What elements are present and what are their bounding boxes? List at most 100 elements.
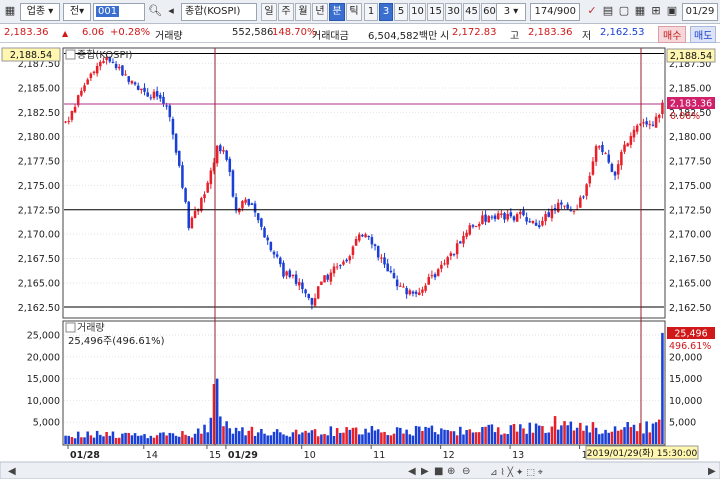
period-button-4[interactable]: 분 xyxy=(329,3,345,21)
volume-bar xyxy=(269,435,273,444)
volume-bar xyxy=(102,436,105,444)
market-select[interactable]: 업종 ▾ xyxy=(20,3,60,21)
period-button-5[interactable]: 틱 xyxy=(346,3,362,21)
candle-body xyxy=(588,175,592,184)
search-icon[interactable]: 🔍︎ xyxy=(147,3,163,21)
interval-button-15[interactable]: 15 xyxy=(427,3,444,21)
zoom-in-icon[interactable]: ⊕ xyxy=(447,466,455,477)
code-input[interactable]: 001 xyxy=(93,3,145,21)
interval-button-10[interactable]: 10 xyxy=(409,3,426,21)
grid-menu-icon[interactable]: ▦ xyxy=(2,3,18,21)
price-tick-left: 2,185.00 xyxy=(18,83,60,94)
compare-icon[interactable]: ✓ xyxy=(584,3,600,21)
interval-button-3[interactable]: 3 xyxy=(379,3,393,21)
volume-bar xyxy=(358,434,361,444)
volume-bar xyxy=(440,428,443,444)
candle-body xyxy=(500,213,503,215)
price-panel-frame xyxy=(62,47,666,319)
volume-bar xyxy=(70,436,74,444)
price-tick-right: 2,177.50 xyxy=(669,157,711,168)
candle-body xyxy=(171,118,175,135)
volume-bar xyxy=(282,434,285,444)
period-button-0[interactable]: 일 xyxy=(261,3,277,21)
info-bar: 2,183.36 ▲ 6.06 +0.28% 거래량 552,586 148.7… xyxy=(0,25,720,43)
lock-icon[interactable]: ⊞ xyxy=(648,3,664,21)
interval-input[interactable]: 3 ▾ xyxy=(496,3,526,21)
volume-bar xyxy=(455,435,459,444)
candle-body xyxy=(367,235,370,238)
candle-body xyxy=(102,61,105,63)
price-change: 6.06 xyxy=(82,27,105,38)
type-select[interactable]: 전▾ xyxy=(63,3,91,21)
candle-body xyxy=(613,171,617,176)
candle-body xyxy=(402,286,405,288)
period-button-1[interactable]: 주 xyxy=(278,3,294,21)
price-panel-toggle-icon[interactable] xyxy=(65,49,76,60)
candle-body xyxy=(146,92,149,97)
interval-button-45[interactable]: 45 xyxy=(463,3,480,21)
index-name-field: 종합(KOSPI) xyxy=(181,3,257,21)
candle-body xyxy=(323,275,326,283)
period-button-2[interactable]: 월 xyxy=(295,3,311,21)
volume-bar xyxy=(531,432,535,444)
volume-bar xyxy=(572,430,576,444)
volume-bar xyxy=(376,429,380,444)
volume-bar xyxy=(200,433,203,444)
candle-body xyxy=(601,144,604,153)
period-button-3[interactable]: 년 xyxy=(312,3,328,21)
calendar-icon[interactable]: ▦ xyxy=(632,3,648,21)
scroll-prev-icon[interactable]: ◀ xyxy=(408,466,416,477)
high-value: 2,183.36 xyxy=(528,27,573,38)
volume-bar xyxy=(544,432,547,444)
volume-bar xyxy=(159,432,162,444)
candle-body xyxy=(591,161,595,175)
toolbar: ▦ 업종 ▾ 전▾ 001 🔍︎ ◂ 종합(KOSPI) 일주월년분틱 1351… xyxy=(0,0,720,24)
count-field[interactable]: 174/900 xyxy=(530,3,580,21)
volume-bar xyxy=(133,433,137,444)
interval-button-1[interactable]: 1 xyxy=(364,3,378,21)
date-icon[interactable]: ▣ xyxy=(664,3,680,21)
volume-bar xyxy=(310,430,314,444)
scroll-left-icon[interactable]: ◀ xyxy=(8,466,16,477)
tool-icons[interactable]: ⊿ ⌇ ╳ ✦ ⬚ ⌖ xyxy=(490,466,543,478)
volume-bar xyxy=(86,431,89,444)
volume-bar xyxy=(582,430,585,444)
window-icon[interactable]: ▢ xyxy=(616,3,632,21)
candle-body xyxy=(247,199,250,206)
grid-icon[interactable]: ▤ xyxy=(600,3,616,21)
interval-button-5[interactable]: 5 xyxy=(394,3,408,21)
candle-body xyxy=(285,271,288,276)
candle-body xyxy=(228,158,232,172)
stop-icon[interactable]: ■ xyxy=(434,466,443,477)
date-field[interactable]: 01/29 xyxy=(682,3,718,21)
candle-body xyxy=(320,281,323,285)
scroll-right-icon[interactable]: ▶ xyxy=(708,466,716,477)
scroll-next-icon[interactable]: ▶ xyxy=(421,466,429,477)
volume-panel-toggle-icon[interactable] xyxy=(65,322,76,333)
candle-body xyxy=(418,292,421,295)
volume-bar xyxy=(83,437,86,444)
chart-area[interactable]: 2,187.50 2,187.502,185.00 2,185.002,182.50… xyxy=(0,44,720,479)
volume-bar xyxy=(506,434,509,444)
volume-bar xyxy=(143,434,146,444)
candle-body xyxy=(408,290,412,295)
candle-body xyxy=(547,212,550,217)
candle-body xyxy=(582,196,585,198)
volume-bar xyxy=(361,434,364,444)
high-label: 고 xyxy=(510,31,520,42)
sell-button[interactable]: 매도 xyxy=(690,26,717,43)
volume-bar xyxy=(298,434,301,444)
prev-next-icon[interactable]: ◂ xyxy=(163,3,179,21)
candle-body xyxy=(484,214,487,222)
volume-bar xyxy=(196,428,200,444)
scroll-bar[interactable] xyxy=(0,461,720,479)
zoom-out-icon[interactable]: ⊖ xyxy=(462,466,470,477)
candle-body xyxy=(376,246,380,258)
candle-body xyxy=(478,224,481,227)
volume-label: 거래량 xyxy=(155,31,183,42)
candle-body xyxy=(165,105,168,107)
volume-bar xyxy=(275,429,279,444)
candle-body xyxy=(556,202,560,212)
buy-button[interactable]: 매수 xyxy=(658,26,687,43)
interval-button-30[interactable]: 30 xyxy=(445,3,462,21)
